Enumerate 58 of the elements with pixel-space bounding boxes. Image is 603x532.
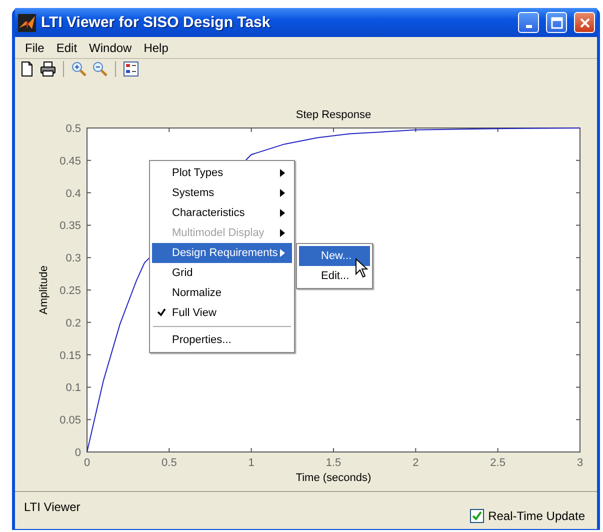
y-tick-label: 0 [74, 447, 81, 459]
menu-item[interactable]: Edit [50, 40, 84, 54]
mouse-pointer-icon [355, 258, 368, 278]
x-axis-label: Time (seconds) [296, 472, 372, 484]
menu-item[interactable]: Grid [152, 263, 292, 283]
zoom-in-icon[interactable] [71, 61, 87, 77]
x-tick-label: 0.5 [162, 457, 177, 469]
y-axis-label: Amplitude [38, 266, 50, 314]
menu-item[interactable]: Plot Types [152, 163, 292, 183]
submenu-arrow-icon [280, 249, 285, 257]
menu-item[interactable]: New... [299, 246, 370, 266]
status-text: LTI Viewer [24, 500, 80, 514]
menu-item[interactable]: Full View [152, 303, 292, 323]
x-tick-label: 2.5 [490, 457, 506, 469]
menu-item[interactable]: Window [83, 40, 138, 54]
minimize-icon [526, 25, 532, 28]
close-button[interactable] [574, 12, 595, 33]
submenu-arrow-icon [280, 229, 285, 237]
zoom-out-icon[interactable] [92, 61, 108, 77]
checkmark-icon [472, 511, 482, 521]
x-tick-label: 1.5 [326, 457, 342, 469]
y-tick-label: 0.45 [60, 155, 81, 168]
menu-item[interactable]: Help [138, 40, 174, 54]
y-tick-label: 0.25 [60, 285, 81, 297]
menu-item[interactable]: Edit... [299, 266, 370, 286]
menu-item[interactable]: Properties... [152, 330, 292, 350]
y-tick-label: 0.4 [66, 188, 81, 200]
chart-title: Step Response [296, 109, 372, 121]
x-tick-label: 0 [84, 457, 90, 469]
maximize-icon [550, 16, 562, 28]
menu-item[interactable]: Characteristics [152, 203, 292, 223]
checkmark-icon [157, 308, 166, 317]
close-icon [578, 16, 590, 28]
submenu-arrow-icon [280, 189, 285, 197]
legend-icon[interactable] [123, 61, 139, 77]
new-document-icon[interactable] [19, 61, 35, 77]
x-tick-label: 1 [248, 457, 254, 469]
menu-item[interactable]: Systems [152, 183, 292, 203]
y-tick-label: 0.05 [60, 414, 81, 427]
y-tick-label: 0.35 [60, 220, 81, 232]
submenu-arrow-icon [280, 209, 285, 217]
y-tick-label: 0.1 [66, 382, 81, 394]
maximize-button[interactable] [546, 12, 567, 33]
menu-item[interactable]: Normalize [152, 283, 292, 303]
app-icon [18, 14, 36, 32]
real-time-update-checkbox[interactable]: Real-Time Update [470, 509, 585, 523]
y-tick-label: 0.2 [66, 317, 81, 330]
minimize-button[interactable] [518, 12, 539, 33]
printer-icon[interactable] [40, 61, 56, 77]
y-tick-label: 0.15 [60, 350, 81, 362]
x-tick-label: 3 [576, 457, 584, 469]
x-tick-label: 2 [412, 457, 419, 469]
menu-item[interactable]: File [19, 40, 50, 54]
window-title: LTI Viewer for SISO Design Task [41, 14, 272, 31]
submenu-arrow-icon [280, 169, 285, 177]
y-tick-label: 0.5 [66, 123, 81, 135]
menu-item[interactable]: Design Requirements [152, 243, 292, 263]
y-tick-label: 0.3 [66, 252, 81, 265]
